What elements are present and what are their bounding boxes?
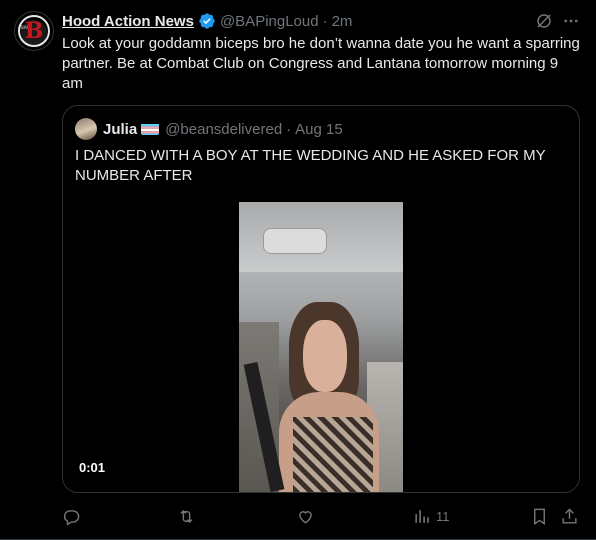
views-icon: [415, 509, 429, 523]
retweet-button[interactable]: [177, 504, 196, 528]
person-dress: [293, 417, 373, 492]
verified-badge-icon: [199, 13, 215, 29]
separator-dot: ·: [322, 12, 328, 30]
quoted-author-handle[interactable]: @beansdelivered: [165, 121, 282, 138]
quoted-author-name[interactable]: Julia: [103, 121, 137, 138]
trans-flag-icon: [141, 123, 160, 135]
quoted-avatar[interactable]: [75, 118, 97, 140]
quoted-text: I DANCED WITH A BOY AT THE WEDDING AND H…: [75, 147, 546, 184]
like-icon: [299, 510, 312, 524]
video-player[interactable]: 0:01: [63, 202, 579, 492]
share-icon: [562, 507, 577, 524]
tweet[interactable]: BAP B Hood Action News @BAPingLoud · 2m …: [0, 0, 596, 540]
bookmark-icon: [534, 508, 545, 525]
avatar-logo-icon: B: [24, 18, 44, 44]
views-count: 11: [436, 508, 450, 524]
avatar[interactable]: BAP B: [14, 11, 54, 51]
tweet-header: Hood Action News @BAPingLoud · 2m: [62, 11, 352, 31]
retweet-icon: [180, 509, 193, 523]
share-button[interactable]: [560, 504, 579, 528]
views-button[interactable]: 11: [413, 504, 450, 528]
more-icon[interactable]: [562, 12, 580, 30]
tweet-text: Look at your goddamn biceps bro he don’t…: [62, 35, 580, 92]
video-frame: [239, 202, 403, 492]
reply-button[interactable]: [62, 504, 81, 528]
separator-dot: ·: [286, 120, 292, 138]
video-duration: 0:01: [79, 460, 106, 475]
quoted-time[interactable]: Aug 15: [295, 121, 343, 138]
like-button[interactable]: [296, 504, 315, 528]
author-name[interactable]: Hood Action News: [62, 13, 194, 30]
reply-icon: [63, 509, 80, 526]
grok-icon[interactable]: [535, 12, 553, 30]
action-bar: 11: [0, 504, 596, 528]
bookmark-button[interactable]: [530, 504, 549, 528]
person-face: [303, 320, 347, 392]
quoted-header: Julia @beansdelivered · Aug 15: [103, 119, 343, 139]
quoted-tweet[interactable]: Julia @beansdelivered · Aug 15 I DANCED …: [62, 105, 580, 493]
author-handle[interactable]: @BAPingLoud: [220, 13, 319, 30]
tweet-time[interactable]: 2m: [332, 13, 353, 30]
car-dome-light: [263, 228, 327, 254]
